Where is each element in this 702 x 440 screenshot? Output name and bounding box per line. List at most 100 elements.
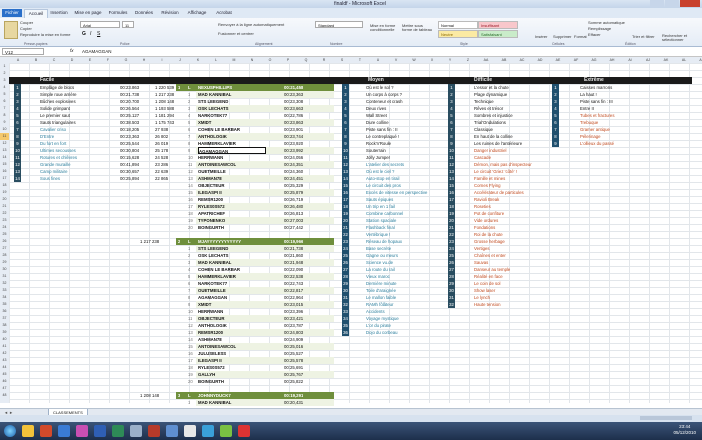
row-header[interactable]: 47 (0, 385, 9, 392)
facile-score[interactable]: 26 019 (155, 140, 168, 147)
level-name[interactable]: Dojo du corbeau (366, 329, 461, 336)
row-header[interactable]: 15 (0, 161, 9, 168)
close-button[interactable] (680, 0, 700, 7)
row-header[interactable]: 13 (0, 147, 9, 154)
level-name[interactable]: Grosse herbage (474, 238, 569, 245)
facile-time[interactable]: 00:41,894 (120, 161, 139, 168)
level-name[interactable]: Pot de confiture (474, 210, 569, 217)
row-header[interactable]: 2 (0, 70, 9, 77)
level-name[interactable]: Danger industriel (474, 147, 569, 154)
row-header[interactable]: 19 (0, 189, 9, 196)
row-header[interactable]: 27 (0, 245, 9, 252)
level-name[interactable]: Pélerinage (580, 133, 675, 140)
format-painter-button[interactable]: Reproduire la mise en forme (20, 32, 70, 37)
facile-total[interactable]: 1 217 238 (140, 238, 159, 245)
leaderboard-time[interactable]: 00:23,992 (284, 147, 303, 154)
leaderboard-player[interactable]: MAD KANNIBAL (198, 399, 266, 406)
leaderboard-time[interactable]: 00:23,663 (284, 105, 303, 112)
row-header[interactable]: 4 (0, 84, 9, 91)
leaderboard-player[interactable]: ANTHOLOGIK (198, 322, 266, 329)
row-header[interactable]: 44 (0, 364, 9, 371)
row-header[interactable]: 38 (0, 322, 9, 329)
leaderboard-player[interactable]: MAD KANNIBAL (198, 259, 266, 266)
level-name[interactable]: Le lynch (474, 294, 569, 301)
level-name[interactable]: Piste sans fin : III (580, 98, 675, 105)
leaderboard-player[interactable]: TYPONENKO (198, 217, 266, 224)
level-name[interactable]: Famille et mines (474, 175, 569, 182)
level-name[interactable]: Toile d'araignée (366, 287, 461, 294)
row-header[interactable]: 37 (0, 315, 9, 322)
row-header[interactable]: 46 (0, 378, 9, 385)
row-header[interactable]: 22 (0, 210, 9, 217)
level-name[interactable]: Le coin de sol (474, 280, 569, 287)
facile-time[interactable]: 00:25,894 (120, 175, 139, 182)
level-name[interactable]: Auto-stop en tirail (366, 175, 461, 182)
name-box[interactable]: V12 (2, 48, 44, 55)
row-header[interactable]: 24 (0, 224, 9, 231)
level-name[interactable]: L'atelier des secrets (366, 161, 461, 168)
facile-time[interactable]: 00:30,657 (120, 168, 139, 175)
leaderboard-player[interactable]: OSK LECHATS (198, 105, 266, 112)
row-header[interactable]: 29 (0, 259, 9, 266)
row-header[interactable]: 9 (0, 119, 9, 126)
facile-time[interactable]: 00:23.863 (120, 84, 139, 91)
leaderboard-player[interactable]: OSK LECHATS (198, 252, 266, 259)
tab-review[interactable]: Révision (158, 9, 182, 17)
level-name[interactable]: Où est le sol ? (366, 84, 461, 91)
row-header[interactable]: 16 (0, 168, 9, 175)
leaderboard-player[interactable]: NARKOTEK77 (198, 280, 266, 287)
leaderboard-player[interactable]: STS LEEGEND (198, 98, 266, 105)
tab-formulas[interactable]: Formules (106, 9, 130, 17)
level-name[interactable]: Chaînes et enter (474, 252, 569, 259)
leaderboard-player[interactable]: STS LEEGEND (198, 245, 266, 252)
row-header[interactable]: 40 (0, 336, 9, 343)
level-name[interactable]: Souterrain (366, 147, 461, 154)
level-name[interactable]: Roseties (474, 203, 569, 210)
facile-total-2[interactable]: 1 208 148 (140, 392, 159, 399)
row-header[interactable]: 14 (0, 154, 9, 161)
style-normal[interactable]: Normal (438, 21, 478, 29)
leaderboard-time[interactable]: 00:27,003 (284, 217, 303, 224)
facile-score[interactable]: 22 639 (155, 168, 168, 175)
facile-level-name[interactable]: Sauts triangulaires (40, 119, 110, 126)
leaderboard-time[interactable]: 00:26,719 (284, 196, 303, 203)
level-name[interactable]: Gramer antique (580, 126, 675, 133)
level-name[interactable]: Démon, mais pas d'inspecteur (474, 161, 569, 168)
level-name[interactable]: RAMh fôlâteur (366, 301, 461, 308)
leaderboard-player[interactable]: REMSR1200 (198, 196, 266, 203)
facile-score[interactable]: 1 193 588 (155, 105, 174, 112)
level-name[interactable]: Show laser (474, 287, 569, 294)
word-icon[interactable] (94, 425, 106, 437)
delete-cells-button[interactable]: Supprimer (553, 34, 571, 39)
tab-file[interactable]: Fichier (2, 9, 22, 17)
facile-score[interactable]: 27 938 (155, 126, 168, 133)
level-name[interactable]: Vertiges (474, 245, 569, 252)
leaderboard-player[interactable]: HAMMERKLAVIER (198, 273, 266, 280)
leaderboard-player[interactable]: AGAMAGGAN (198, 147, 266, 154)
app-icon[interactable] (58, 425, 70, 437)
leaderboard-time[interactable]: 00:24,360 (284, 168, 303, 175)
level-name[interactable]: Voyage mystique (366, 315, 461, 322)
level-name[interactable]: Deux rives (366, 105, 461, 112)
row-header[interactable]: 7 (0, 105, 9, 112)
leaderboard-top-time[interactable]: 00:19,966 (284, 238, 303, 245)
level-name[interactable]: Fondations (474, 224, 569, 231)
facile-score[interactable]: 1 181 294 (155, 112, 174, 119)
row-header[interactable]: 42 (0, 350, 9, 357)
facile-time[interactable]: 00:15,628 (120, 154, 139, 161)
facile-level-name[interactable]: Ultimes secousses (40, 147, 110, 154)
facile-score[interactable]: 1 220 539 (155, 84, 174, 91)
tab-data[interactable]: Données (132, 9, 156, 17)
leaderboard-time[interactable]: 00:24,803 (284, 329, 303, 336)
level-name[interactable]: La haut ! (580, 91, 675, 98)
level-name[interactable]: Réalité en face (474, 273, 569, 280)
row-header[interactable]: 30 (0, 266, 9, 273)
minimize-button[interactable] (650, 0, 664, 7)
leaderboard-time[interactable]: 00:23,396 (284, 308, 303, 315)
facile-time[interactable]: 00:30,804 (120, 147, 139, 154)
leaderboard-time[interactable]: 00:24,451 (284, 175, 303, 182)
wrap-text-button[interactable]: Renvoyer à la ligne automatiquement (218, 22, 284, 27)
leaderboard-player[interactable]: ANTHOLOGIK (198, 133, 266, 140)
level-name[interactable]: Sauts épiques (366, 196, 461, 203)
leaderboard-player[interactable]: OUETMEILLE (198, 287, 266, 294)
